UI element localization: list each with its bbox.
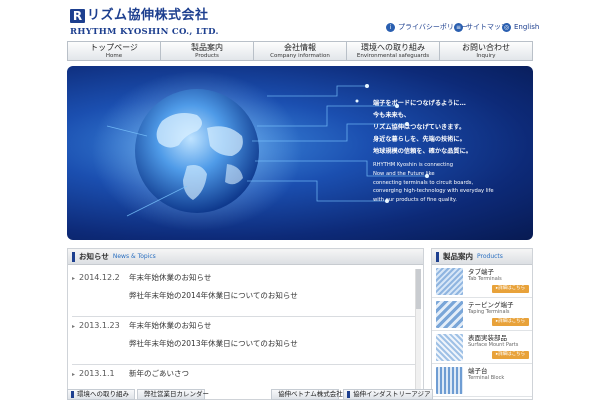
nav-products-label: 製品案内: [191, 43, 223, 52]
nav-inquiry-label: お問い合わせ: [462, 43, 510, 52]
hero-en-line: with our products of fine quality.: [373, 197, 457, 204]
products-panel: 製品案内 Products タブ端子 Tab Terminals ▸詳細はこちら…: [431, 248, 533, 400]
header-bar-icon: [72, 251, 75, 262]
news-body: 弊社年末年始の2013年休業日についてのお知らせ: [129, 339, 298, 348]
nav-company-label: 会社情報: [284, 43, 316, 52]
news-item[interactable]: 2014.12.2 年末年始休業のお知らせ 弊社年末年始の2014年休業日につい…: [72, 269, 416, 317]
logo-japanese-name: リズム協伸株式会社: [87, 8, 209, 23]
nav-environment[interactable]: 環境への取り組み Environmental safeguards: [347, 42, 440, 60]
product-name: 表面実装部品: [468, 334, 507, 342]
hero-jp-line: 端子をボードにつなげるように…: [373, 100, 466, 107]
hero-en-line: converging high-technology with everyday…: [373, 188, 494, 195]
banner-vietnam[interactable]: 協伸ベトナム株式会社: [271, 389, 343, 400]
english-label: English: [514, 23, 540, 31]
news-scrollbar[interactable]: [415, 269, 421, 397]
news-panel: お知らせ News & Topics 2014.12.2 年末年始休業のお知らせ…: [67, 248, 424, 400]
product-name-en: Terminal Block: [468, 375, 505, 381]
banner-bar-icon: [347, 391, 350, 398]
hero-jp-line: 今も未来も、: [373, 112, 410, 119]
product-thumbnail[interactable]: [436, 367, 463, 394]
privacy-icon: i: [386, 22, 395, 32]
news-item[interactable]: 2013.1.23 年末年始休業のお知らせ 弊社年末年始の2013年休業日につい…: [72, 317, 416, 365]
news-title-link[interactable]: 年末年始休業のお知らせ: [129, 273, 211, 283]
products-header: 製品案内 Products: [432, 249, 532, 265]
nav-products-sublabel: Products: [195, 53, 219, 59]
banner-environment[interactable]: 環境への取り組み: [67, 389, 135, 400]
nav-home[interactable]: トップページ Home: [68, 42, 161, 60]
banner-label: 協伸ベトナム株式会社: [278, 390, 343, 398]
hero-banner: 端子をボードにつなげるように… 今も未来も、 リズム協伸はつなげていきます。 身…: [67, 66, 533, 240]
news-scroll-thumb[interactable]: [416, 269, 421, 309]
sitemap-link[interactable]: ≡ サイトマップ: [454, 22, 508, 32]
nav-home-sublabel: Home: [105, 53, 123, 59]
header-bar-icon: [436, 251, 439, 262]
hero-jp-line: リズム協伸はつなげていきます。: [373, 124, 466, 131]
main-nav: トップページ Home 製品案内 Products 会社情報 Company i…: [67, 41, 533, 61]
logo-english-name: RHYTHM KYOSHIN CO., LTD.: [70, 27, 219, 37]
banner-label: 環境への取り組み: [77, 390, 129, 398]
news-date: 2013.1.23: [72, 321, 120, 332]
news-date: 2014.12.2: [72, 273, 120, 284]
news-list: 2014.12.2 年末年始休業のお知らせ 弊社年末年始の2014年休業日につい…: [72, 269, 416, 399]
globe-icon: ◎: [502, 22, 511, 32]
product-thumbnail[interactable]: [436, 334, 463, 361]
product-name: タブ端子: [468, 268, 494, 276]
logo-mark-icon: R: [70, 9, 85, 23]
page: R リズム協伸株式会社 RHYTHM KYOSHIN CO., LTD. i プ…: [0, 0, 600, 400]
nav-products[interactable]: 製品案内 Products: [161, 42, 254, 60]
product-thumbnail[interactable]: [436, 268, 463, 295]
banner-asia[interactable]: 協伸インダストリーアジア: [343, 389, 433, 400]
product-detail-button[interactable]: ▸詳細はこちら: [492, 351, 529, 359]
product-name-en: Tab Terminals: [468, 276, 502, 282]
product-name-en: Surface Mount Parts: [468, 342, 519, 348]
products-title: 製品案内: [443, 251, 473, 261]
news-title-link[interactable]: 新年のごあいさつ: [129, 369, 189, 379]
product-detail-button[interactable]: ▸詳細はこちら: [492, 285, 529, 293]
product-name-en: Taping Terminals: [468, 309, 510, 315]
hero-jp-line: 身近な暮らしを、先端の技術に。: [373, 136, 466, 143]
news-body: 弊社年末年始の2014年休業日についてのお知らせ: [129, 291, 298, 300]
nav-environment-sublabel: Environmental safeguards: [356, 53, 430, 59]
nav-inquiry-sublabel: Inquiry: [476, 53, 496, 59]
news-title-link[interactable]: 年末年始休業のお知らせ: [129, 321, 211, 331]
product-item-taping-terminals[interactable]: テーピング端子 Taping Terminals ▸詳細はこちら: [432, 298, 532, 331]
banner-calendar[interactable]: 弊社営業日カレンダー: [137, 389, 209, 400]
company-logo[interactable]: R リズム協伸株式会社 RHYTHM KYOSHIN CO., LTD.: [70, 8, 230, 38]
nav-environment-label: 環境への取り組み: [361, 43, 425, 52]
nav-company[interactable]: 会社情報 Company information: [254, 42, 347, 60]
nav-company-sublabel: Company information: [270, 53, 330, 59]
banner-bar-icon: [71, 391, 74, 398]
banner-label: 協伸インダストリーアジア: [353, 390, 431, 398]
product-thumbnail[interactable]: [436, 301, 463, 328]
product-item-tab-terminals[interactable]: タブ端子 Tab Terminals ▸詳細はこちら: [432, 265, 532, 298]
english-link[interactable]: ◎ English: [502, 22, 539, 32]
news-date: 2013.1.1: [72, 369, 115, 380]
sitemap-icon: ≡: [454, 22, 463, 32]
product-item-surface-mount[interactable]: 表面実装部品 Surface Mount Parts ▸詳細はこちら: [432, 331, 532, 364]
product-detail-button[interactable]: ▸詳細はこちら: [492, 318, 529, 326]
news-header: お知らせ News & Topics: [68, 249, 423, 265]
hero-en-line: RHYTHM Kyoshin is connecting: [373, 162, 453, 168]
product-name: 端子台: [468, 367, 488, 375]
hero-en-line: connecting terminals to circuit boards,: [373, 179, 474, 186]
product-name: テーピング端子: [468, 301, 514, 309]
news-title: お知らせ: [79, 251, 109, 261]
news-subtitle: News & Topics: [112, 252, 156, 260]
hero-jp-line: 地球規模の信頼を、確かな品質に。: [373, 148, 472, 155]
products-subtitle: Products: [477, 252, 503, 260]
hero-en-line: Now and the Future like: [373, 170, 435, 177]
nav-home-label: トップページ: [90, 43, 138, 52]
banner-label: 弊社営業日カレンダー: [144, 390, 209, 398]
product-item-terminal-block[interactable]: 端子台 Terminal Block: [432, 364, 532, 397]
hero-message: 端子をボードにつなげるように… 今も未来も、 リズム協伸はつなげていきます。 身…: [373, 98, 494, 205]
nav-inquiry[interactable]: お問い合わせ Inquiry: [440, 42, 532, 60]
